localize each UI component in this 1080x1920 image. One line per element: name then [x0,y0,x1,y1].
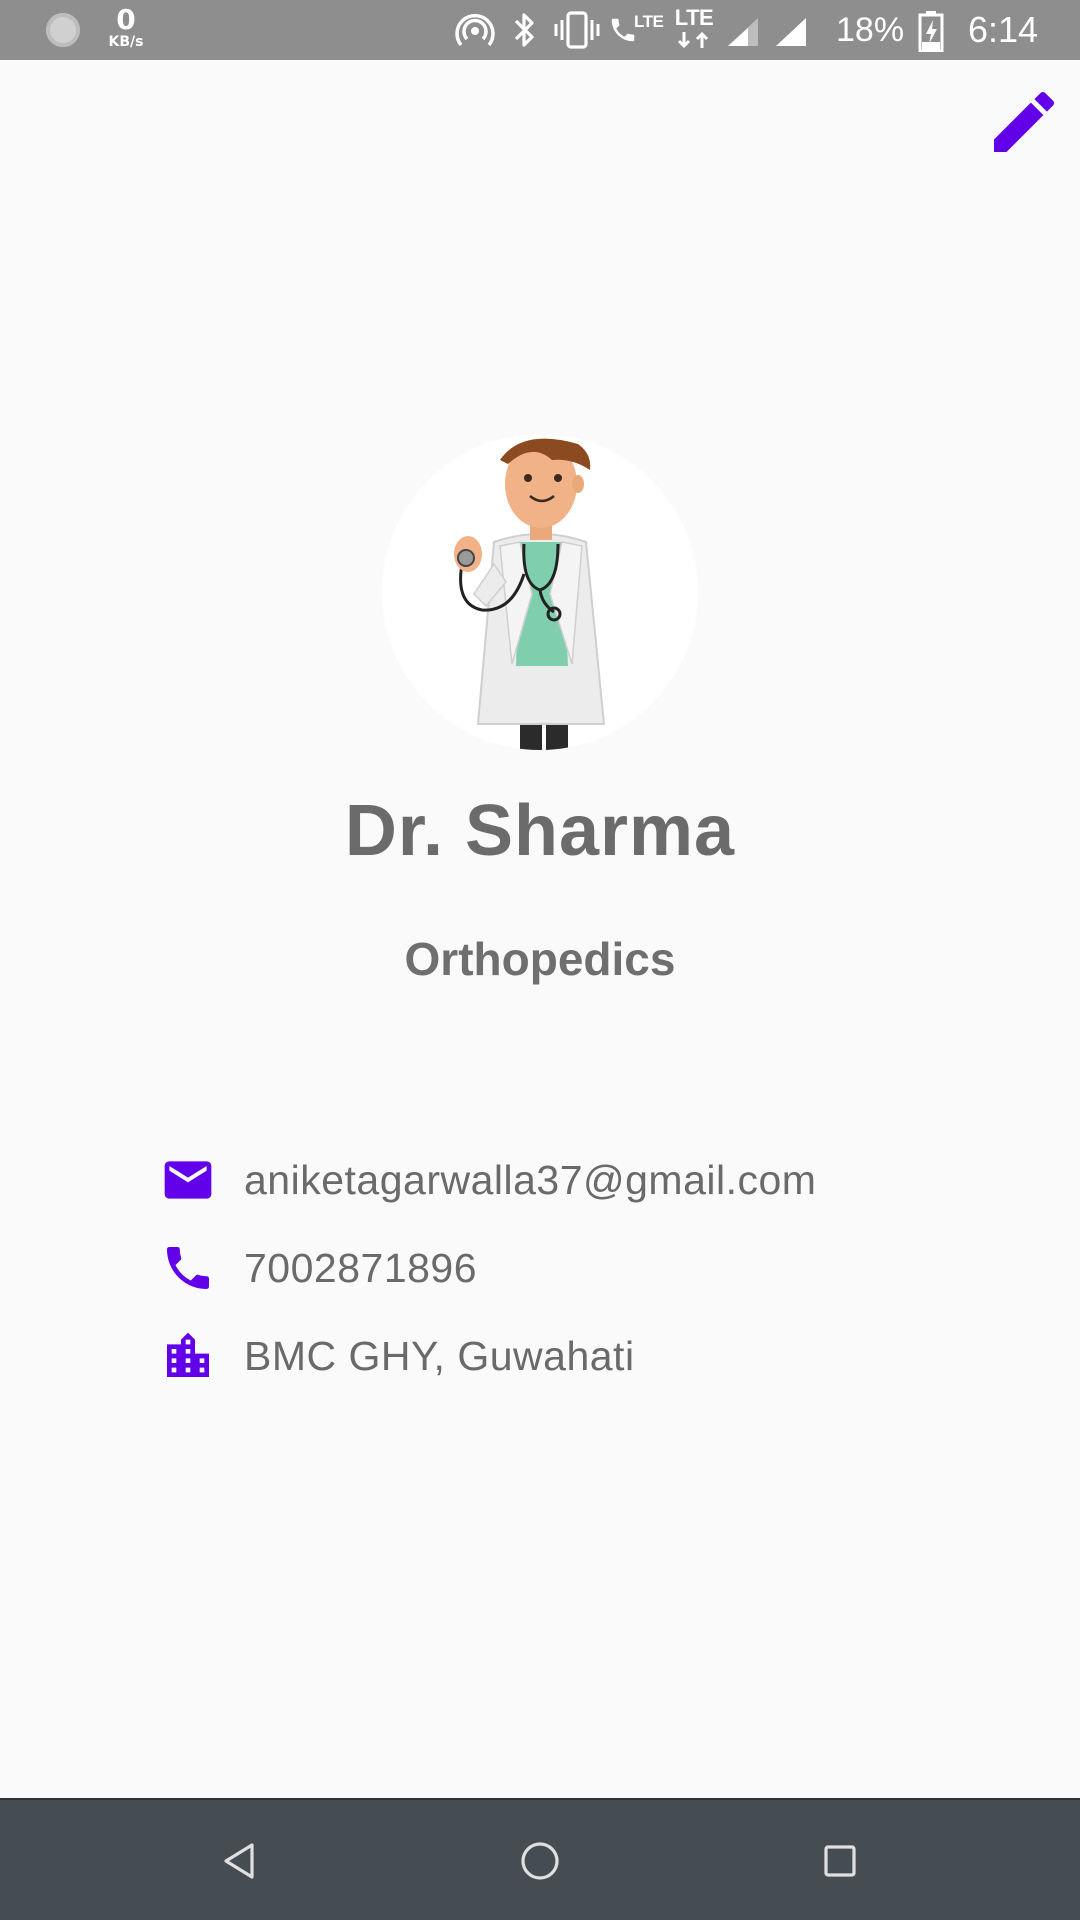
doctor-name: Dr. Sharma [344,791,736,871]
phone-text: 7002871896 [244,1244,478,1291]
volte-call-indicator: LTE [608,0,664,60]
network-speed-unit: KB/s [108,34,144,50]
network-speed-value: 0 [116,3,136,36]
edit-profile-button[interactable] [984,82,1064,162]
home-button[interactable] [500,1821,580,1901]
bluetooth-icon [514,13,534,47]
battery-charging-icon [918,11,944,52]
doctor-illustration [454,438,606,750]
navigation-bar [0,1798,1080,1920]
lte-label-2: LTE [674,5,714,30]
email-row: aniketagarwalla37@gmail.com [160,1150,980,1210]
doctor-department: Orthopedics [404,933,676,985]
signal-strength-icon [728,18,758,46]
phone-row: 7002871896 [160,1238,980,1298]
recents-button[interactable] [800,1821,880,1901]
phone-icon [160,1240,216,1296]
network-speed: 0 KB/s [100,3,152,50]
email-icon [160,1152,216,1208]
home-circle-icon [521,1842,559,1880]
status-bar: 0 KB/s LTE LTE 18% 6:14 [0,0,1080,60]
back-button[interactable] [200,1821,280,1901]
data-arrows-icon [677,31,709,49]
doctor-avatar [382,434,698,750]
lte-data-indicator: LTE [672,6,716,56]
lte-label-1: LTE [634,12,664,31]
location-row: BMC GHY, Guwahati [160,1326,980,1386]
back-triangle-icon [224,1843,254,1879]
data-saver-icon [46,13,80,47]
signal-strength-icon-2 [776,18,806,46]
pencil-icon [994,91,1055,152]
building-icon [160,1328,216,1384]
profile-screen: 0 KB/s LTE LTE 18% 6:14 Dr. Sharma Ortho… [0,0,1080,1920]
location-text: BMC GHY, Guwahati [244,1332,635,1379]
hotspot-icon [455,14,495,47]
email-text: aniketagarwalla37@gmail.com [244,1156,817,1203]
clock-time: 6:14 [968,9,1039,50]
vibrate-icon [554,11,600,49]
recents-square-icon [824,1845,856,1877]
battery-percentage: 18% [836,11,905,49]
